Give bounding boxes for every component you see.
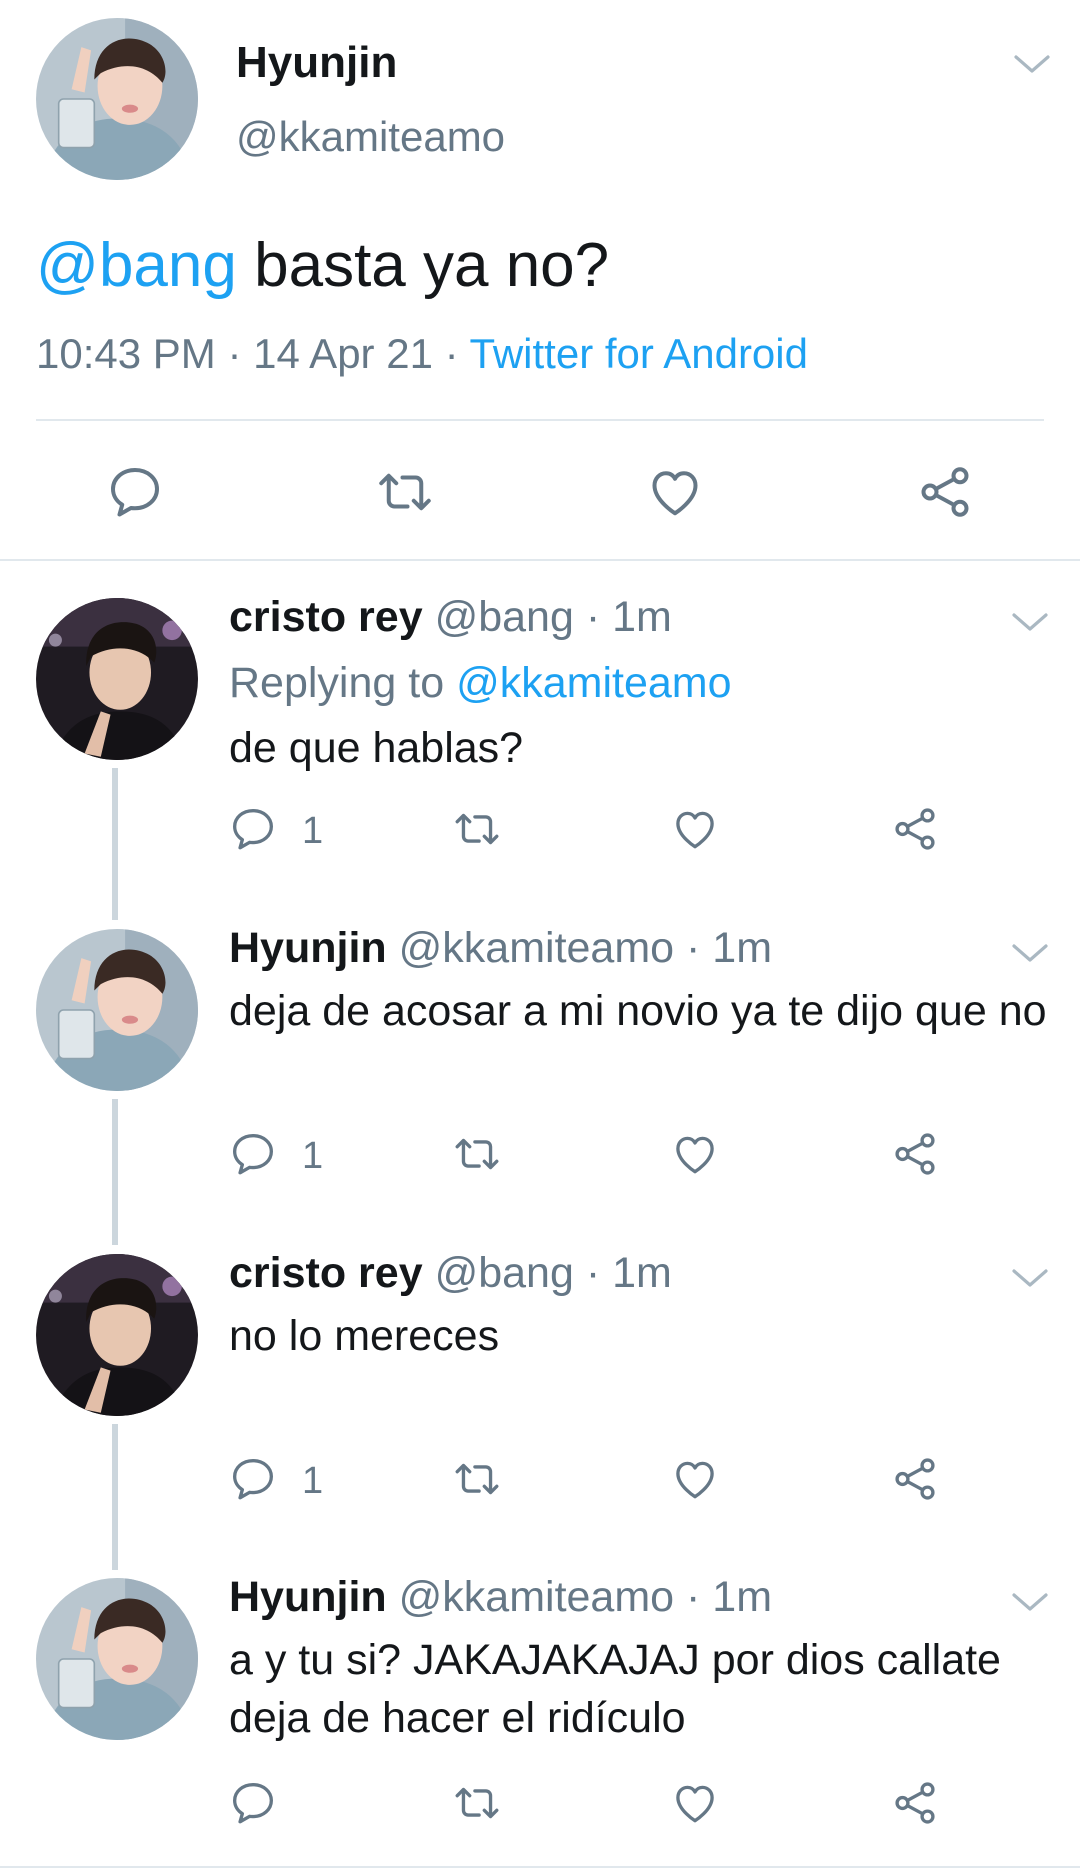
avatar[interactable]	[36, 598, 198, 760]
tweet-age: 1m	[612, 593, 672, 641]
heart-icon[interactable]	[670, 1778, 720, 1828]
tweet-thread-screen: Hyunjin @kkamiteamo @bang basta ya no? 1…	[0, 0, 1080, 1874]
replying-label: Replying to	[229, 659, 457, 707]
tweet-text: @bang basta ya no?	[36, 230, 609, 301]
share-icon[interactable]	[915, 462, 975, 522]
thread-line	[112, 1424, 118, 1570]
reply-header: Hyunjin @kkamiteamo · 1m	[229, 1573, 772, 1622]
retweet-icon[interactable]	[452, 1129, 502, 1179]
tweet-age: 1m	[712, 1573, 773, 1621]
tweet-body: basta ya no?	[236, 231, 610, 300]
reply-header: Hyunjin @kkamiteamo · 1m	[229, 924, 772, 973]
tweet-meta: 10:43 PM · 14 Apr 21 · Twitter for Andro…	[36, 330, 808, 378]
thread-line	[112, 768, 118, 920]
heart-icon[interactable]	[670, 1129, 720, 1179]
share-icon[interactable]	[890, 1778, 940, 1828]
meta-separator: ·	[215, 330, 254, 377]
share-icon[interactable]	[890, 1454, 940, 1504]
tweet-text: a y tu si? JAKAJAKAJAJ por dios callate …	[229, 1636, 1001, 1742]
author-name[interactable]: Hyunjin	[229, 924, 387, 972]
author-name[interactable]: cristo rey	[229, 1249, 423, 1297]
chevron-down-icon[interactable]	[1012, 52, 1052, 76]
heart-icon[interactable]	[670, 1454, 720, 1504]
meta-separator: ·	[432, 330, 470, 377]
tweet-date: 14 Apr 21	[253, 330, 433, 377]
reply-count: 1	[302, 810, 324, 852]
author-handle[interactable]: @kkamiteamo	[399, 924, 674, 972]
dot-separator: ·	[573, 1249, 613, 1297]
avatar[interactable]	[36, 929, 198, 1091]
divider	[36, 419, 1044, 421]
author-name[interactable]: Hyunjin	[236, 38, 397, 88]
share-icon[interactable]	[890, 804, 940, 854]
retweet-icon[interactable]	[452, 804, 502, 854]
heart-icon[interactable]	[670, 804, 720, 854]
author-handle[interactable]: @kkamiteamo	[399, 1573, 674, 1621]
tweet-source-link[interactable]: Twitter for Android	[470, 330, 808, 377]
author-handle[interactable]: @bang	[435, 593, 574, 641]
chevron-down-icon[interactable]	[1010, 1590, 1050, 1614]
chevron-down-icon[interactable]	[1010, 941, 1050, 965]
chevron-down-icon[interactable]	[1010, 1266, 1050, 1290]
avatar[interactable]	[36, 1578, 198, 1740]
tweet-text: deja de acosar a mi novio ya te dijo que…	[229, 987, 1047, 1035]
avatar[interactable]	[36, 18, 198, 180]
reply-count: 1	[302, 1460, 324, 1502]
tweet-text: de que hablas?	[229, 724, 524, 772]
tweet-text: no lo mereces	[229, 1312, 500, 1360]
share-icon[interactable]	[890, 1129, 940, 1179]
retweet-icon[interactable]	[375, 462, 435, 522]
heart-icon[interactable]	[645, 462, 705, 522]
author-name[interactable]: cristo rey	[229, 593, 423, 641]
tweet-age: 1m	[612, 1249, 672, 1297]
reply-icon[interactable]	[228, 804, 278, 854]
avatar[interactable]	[36, 1254, 198, 1416]
reply-icon[interactable]	[228, 1454, 278, 1504]
mention-link[interactable]: @bang	[36, 231, 237, 300]
author-handle[interactable]: @bang	[435, 1249, 574, 1297]
chevron-down-icon[interactable]	[1010, 610, 1050, 634]
reply-header: cristo rey @bang · 1m	[229, 593, 672, 642]
dot-separator: ·	[573, 593, 613, 641]
reply-icon[interactable]	[228, 1129, 278, 1179]
mention-link[interactable]: @kkamiteamo	[456, 659, 731, 707]
retweet-icon[interactable]	[452, 1778, 502, 1828]
reply-count: 1	[302, 1135, 324, 1177]
divider	[0, 1866, 1080, 1868]
retweet-icon[interactable]	[452, 1454, 502, 1504]
reply-icon[interactable]	[105, 462, 165, 522]
dot-separator: ·	[674, 924, 713, 972]
tweet-time: 10:43 PM	[36, 330, 216, 377]
tweet-age: 1m	[712, 924, 773, 972]
dot-separator: ·	[674, 1573, 713, 1621]
author-name[interactable]: Hyunjin	[229, 1573, 387, 1621]
replying-to: Replying to @kkamiteamo	[229, 659, 732, 708]
reply-header: cristo rey @bang · 1m	[229, 1249, 672, 1298]
thread-line	[112, 1099, 118, 1245]
divider	[0, 559, 1080, 561]
reply-icon[interactable]	[228, 1778, 278, 1828]
author-handle[interactable]: @kkamiteamo	[236, 113, 505, 161]
